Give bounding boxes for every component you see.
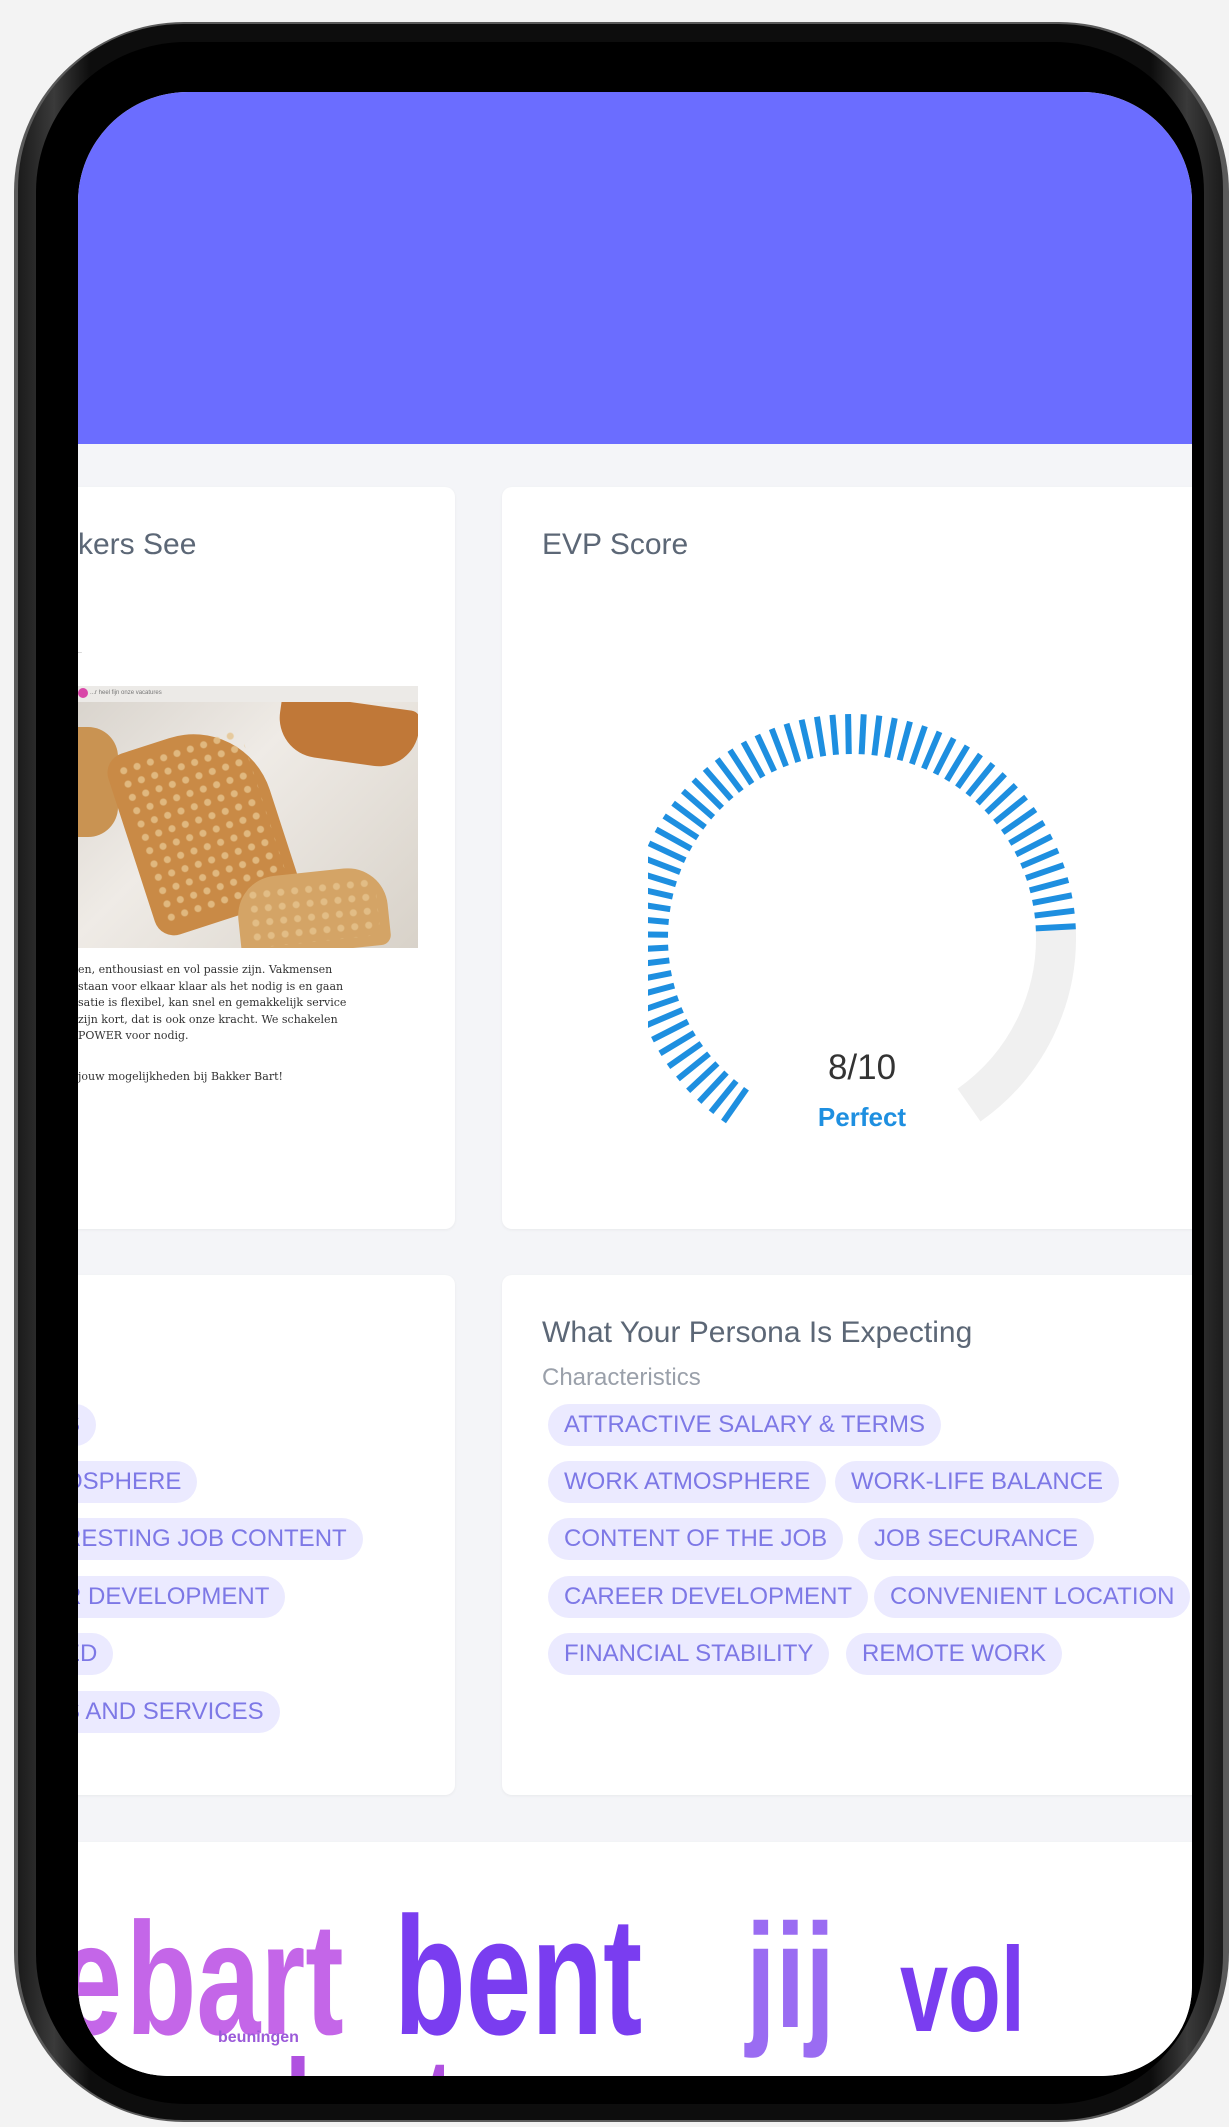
preview-body-line: en, enthousiast en vol passie zijn. Vakm… [78, 963, 333, 976]
persona-tag: CONTENT OF THE JOB [548, 1518, 844, 1560]
persona-tag: CAREER DEVELOPMENT [548, 1576, 869, 1618]
gauge-tick [798, 719, 814, 760]
evp-score-gauge [648, 713, 1076, 1124]
evp-score-value: 8/10 [827, 1048, 897, 1087]
gauge-tick [648, 902, 671, 913]
gauge-tick [909, 725, 928, 766]
persona-tag: WORK-LIFE BALANCE [835, 1461, 1120, 1503]
preview-body-line: staan voor elkaar klaar als het nodig is… [78, 979, 344, 993]
gauge-tick [1028, 877, 1070, 894]
gauge-tick [813, 716, 827, 757]
word-cloud-word: we [794, 2042, 922, 2076]
gauge-tick [884, 717, 898, 758]
characteristic-tag: S AND SERVICES [78, 1691, 280, 1733]
gauge-tick [1034, 907, 1075, 919]
what-seekers-see-title: kers See [78, 528, 197, 561]
persona-tag: ATTRACTIVE SALARY & TERMS [548, 1404, 941, 1446]
preview-body-line: POWER voor nodig. [78, 1029, 189, 1042]
word-cloud-word: vol [900, 1923, 1025, 2057]
persona-tag: FINANCIAL STABILITY [548, 1633, 830, 1675]
gauge-tick [648, 970, 672, 981]
evp-score-title: EVP Score [542, 528, 689, 561]
gauge-tick [1020, 847, 1060, 869]
gauge-tick [896, 720, 913, 762]
preview-header-text: .. [78, 648, 82, 655]
persona-card-title: What Your Persona Is Expecting [542, 1316, 973, 1349]
word-cloud-word: producten [98, 2042, 567, 2076]
preview-body-line: satie is flexibel, kan snel en gemakkeli… [78, 996, 347, 1009]
preview-body-line: zijn kort, dat is ook onze kracht. We sc… [78, 1012, 338, 1026]
word-cloud-word: jij [746, 1894, 835, 2059]
gauge-tick [648, 917, 669, 925]
gauge-tick [648, 957, 670, 967]
preview-brand-strip-text: ...r heel fijn onze vacatures [90, 690, 162, 696]
gauge-tick [648, 944, 669, 952]
gauge-tick [845, 713, 852, 755]
gauge-tick [648, 856, 682, 875]
preview-footer-text: jouw mogelijkheden bij Bakker Bart! [78, 1070, 283, 1083]
gauge-tick [783, 722, 802, 763]
gauge-tick [648, 995, 680, 1012]
gauge-tick [648, 931, 669, 938]
gauge-tick [648, 887, 674, 900]
vacancy-preview-image [78, 702, 418, 948]
gauge-tick [921, 730, 943, 770]
persona-tag: WORK ATMOSPHERE [548, 1461, 827, 1503]
gauge-tick [648, 982, 676, 996]
gauge-tick [858, 714, 867, 755]
preview-body-text: en, enthousiast en vol passie zijn. Vakm… [78, 962, 418, 1045]
gauge-tick [1032, 892, 1073, 906]
brand-logo-icon [78, 688, 88, 698]
persona-tag: REMOTE WORK [846, 1633, 1062, 1675]
hero-banner [78, 92, 1192, 444]
phone-screen[interactable]: kers See .. ...r heel fijn onze vacature… [78, 92, 1192, 2076]
characteristic-tag: OSPHERE [78, 1461, 198, 1503]
persona-card-subtitle: Characteristics [542, 1364, 701, 1391]
persona-tag: JOB SECURANCE [858, 1518, 1095, 1560]
characteristic-tag: RESTING JOB CONTENT [78, 1518, 363, 1560]
evp-score-label: Perfect [817, 1102, 907, 1132]
gauge-tick [1024, 862, 1065, 881]
persona-tag: CONVENIENT LOCATION [874, 1576, 1191, 1618]
gauge-tick [829, 714, 839, 755]
gauge-tick [768, 727, 789, 768]
characteristic-tag: R DEVELOPMENT [78, 1576, 286, 1618]
gauge-tick [648, 872, 677, 888]
gauge-tick [648, 1007, 684, 1028]
pastry-shape [274, 702, 418, 772]
gauge-tick [871, 715, 883, 756]
gauge-tick [1035, 923, 1076, 932]
